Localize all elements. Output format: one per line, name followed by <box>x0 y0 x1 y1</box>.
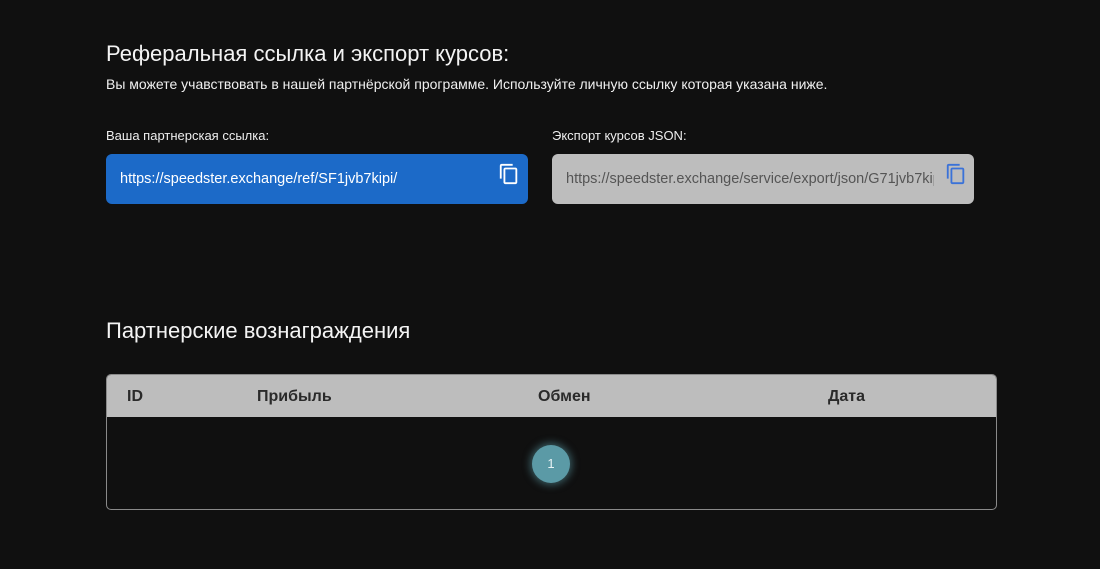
rewards-table: ID Прибыль Обмен Дата 1 <box>106 374 997 510</box>
referral-section-title: Реферальная ссылка и экспорт курсов: <box>106 41 510 66</box>
rewards-section-title: Партнерские вознаграждения <box>106 318 411 343</box>
copy-icon[interactable] <box>945 162 967 186</box>
partner-link-field <box>106 154 528 204</box>
json-export-input[interactable] <box>552 154 974 204</box>
partner-link-input[interactable] <box>106 154 528 204</box>
column-header-exchange: Обмен <box>538 388 591 405</box>
json-export-label: Экспорт курсов JSON: <box>552 128 687 143</box>
referral-description: Вы можете учавствовать в нашей партнёрск… <box>106 76 828 92</box>
partner-link-label: Ваша партнерская ссылка: <box>106 128 270 143</box>
copy-icon[interactable] <box>498 162 520 186</box>
column-header-id: ID <box>127 388 143 405</box>
pagination-page-1[interactable]: 1 <box>532 445 570 483</box>
json-export-field <box>552 154 974 204</box>
table-header: ID Прибыль Обмен Дата <box>107 375 996 417</box>
column-header-date: Дата <box>828 388 866 405</box>
column-header-profit: Прибыль <box>257 388 332 405</box>
